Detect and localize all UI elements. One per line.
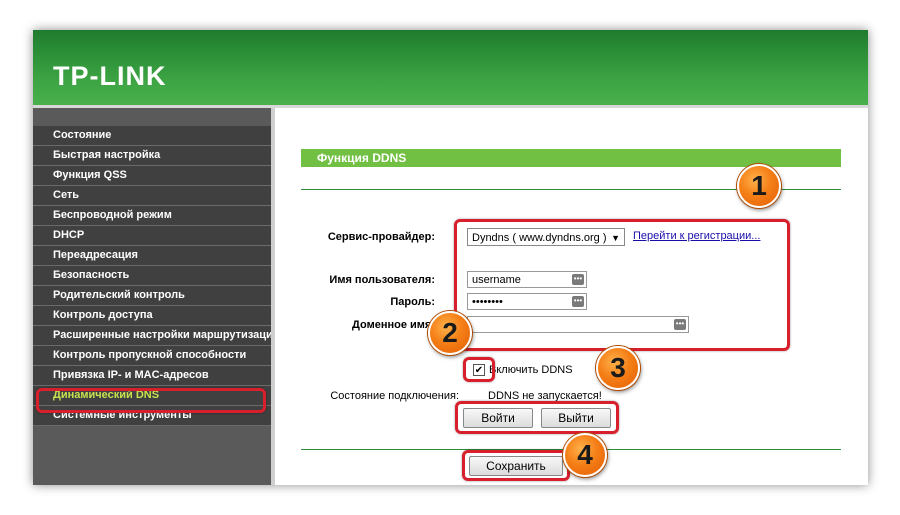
step-badge-2: 2 bbox=[428, 311, 472, 355]
sidebar-item-forwarding[interactable]: Переадресация bbox=[33, 246, 271, 266]
sidebar-nav: Состояние Быстрая настройка Функция QSS … bbox=[33, 126, 280, 426]
sidebar-item-access-control[interactable]: Контроль доступа bbox=[33, 306, 271, 326]
sidebar-item-quick-setup[interactable]: Быстрая настройка bbox=[33, 146, 271, 166]
sidebar-item-ip-mac-binding[interactable]: Привязка IP- и MAC-адресов bbox=[33, 366, 271, 386]
tp-link-logo: TP-LINK bbox=[53, 61, 167, 91]
router-admin-window: TP-LINK Состояние Быстрая настройка Функ… bbox=[33, 30, 868, 485]
domain-label: Доменное имя: bbox=[352, 319, 435, 331]
highlight-box-1 bbox=[454, 219, 790, 351]
enable-ddns-label: Включить DDNS bbox=[489, 364, 573, 376]
password-label: Пароль: bbox=[390, 296, 435, 308]
step-badge-4: 4 bbox=[563, 433, 607, 477]
step-badge-3: 3 bbox=[596, 346, 640, 390]
sidebar-item-parental-control[interactable]: Родительский контроль bbox=[33, 286, 271, 306]
sidebar-item-advanced-routing[interactable]: Расширенные настройки маршрутизации bbox=[33, 326, 280, 346]
sidebar-item-status[interactable]: Состояние bbox=[33, 126, 271, 146]
username-label: Имя пользователя: bbox=[329, 274, 435, 286]
sidebar-item-bandwidth-control[interactable]: Контроль пропускной способности bbox=[33, 346, 271, 366]
sidebar-item-network[interactable]: Сеть bbox=[33, 186, 271, 206]
highlight-box-2 bbox=[463, 357, 495, 382]
main-content: Функция DDNS Сервис-провайдер: Dyndns ( … bbox=[275, 108, 868, 485]
sidebar-item-qss[interactable]: Функция QSS bbox=[33, 166, 271, 186]
header-bar: TP-LINK bbox=[33, 30, 868, 108]
sidebar-item-dhcp[interactable]: DHCP bbox=[33, 226, 271, 246]
highlight-box-sidebar bbox=[36, 388, 266, 413]
highlight-box-4 bbox=[462, 450, 570, 481]
provider-label: Сервис-провайдер: bbox=[327, 231, 435, 243]
step-badge-1: 1 bbox=[737, 164, 781, 208]
highlight-box-3 bbox=[455, 401, 619, 434]
sidebar-item-security[interactable]: Безопасность bbox=[33, 266, 271, 286]
sidebar-item-wireless[interactable]: Беспроводной режим bbox=[33, 206, 271, 226]
connection-status-label: Состояние подключения: bbox=[330, 390, 459, 402]
